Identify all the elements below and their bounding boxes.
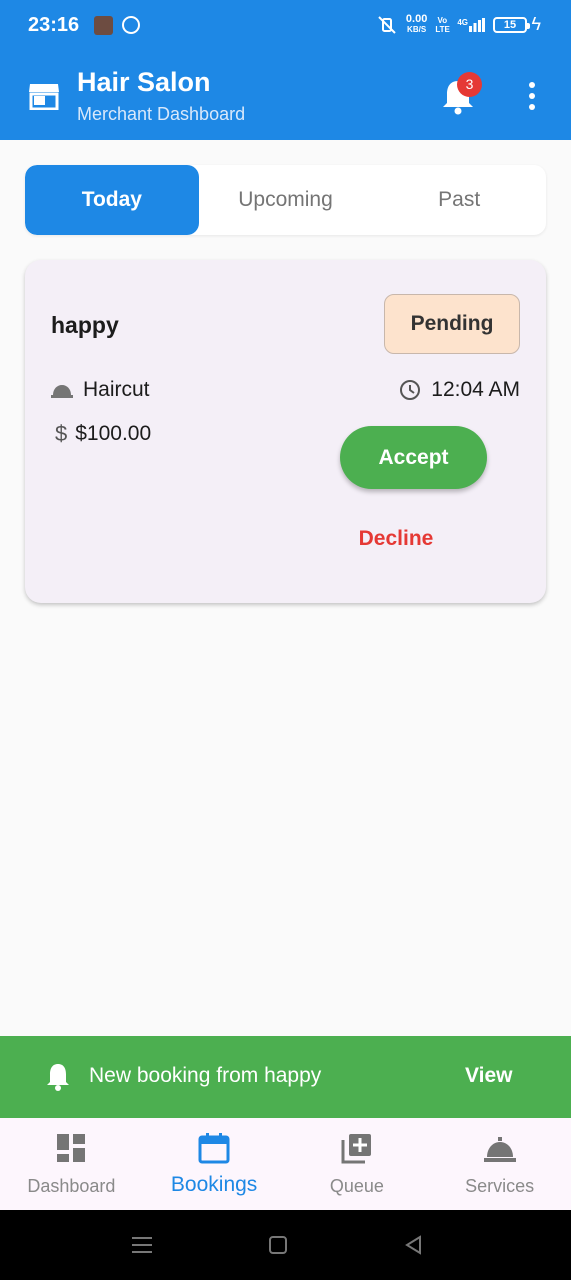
more-vert-icon[interactable] [524,82,540,110]
time-row: 12:04 AM [399,378,520,402]
system-nav-bar [0,1210,571,1280]
clock-icon [400,380,421,400]
nav-bookings[interactable]: Bookings [143,1118,286,1210]
snackbar-view-button[interactable]: View [465,1064,512,1088]
status-bar: 23:16 0.00 KB/S Vo LTE 4G 15 ϟ [0,0,571,52]
nav-label: Dashboard [27,1176,116,1196]
store-icon [29,84,59,110]
service-name: Haircut [83,378,150,401]
bell-icon [47,1064,69,1091]
dollar-icon: $ [55,421,68,446]
room-service-icon [483,1137,516,1162]
app-bar: 23:16 0.00 KB/S Vo LTE 4G 15 ϟ Hair Salo… [0,0,571,140]
network-type: 4G [457,17,485,32]
dashboard-icon [57,1134,86,1162]
accept-button[interactable]: Accept [340,426,487,489]
status-time: 23:16 [28,14,80,36]
booking-price: $100.00 [75,422,152,445]
booking-tabs: Today Upcoming Past [25,165,546,235]
bottom-nav: Dashboard Bookings Queue Services [0,1118,571,1210]
queue-add-icon [341,1134,371,1164]
nav-dashboard[interactable]: Dashboard [0,1118,143,1210]
room-service-icon [51,385,73,398]
nav-label: Services [465,1176,535,1196]
service-row: Haircut [51,378,150,402]
net-speed: 0.00 KB/S [406,14,427,35]
mute-vibrate-icon [378,15,396,34]
booking-card: happy Pending Haircut 12:04 AM $ $100.00… [25,260,546,603]
net-speed-unit: KB/S [407,25,427,34]
check-circle-icon [122,16,140,34]
app-subtitle: Merchant Dashboard [77,104,246,124]
snackbar-message: New booking from happy [89,1064,322,1087]
nav-label: Bookings [170,1173,258,1196]
photo-thumbnail-icon [94,16,113,35]
nav-label: Queue [329,1176,384,1196]
status-badge: Pending [384,294,520,354]
customer-name: happy [51,312,119,338]
nav-services[interactable]: Services [428,1118,571,1210]
network-label: 4G [457,17,468,27]
tab-today[interactable]: Today [25,165,199,235]
calendar-icon [198,1133,230,1164]
status-icons: 0.00 KB/S Vo LTE 4G 15 [376,14,530,35]
tab-past[interactable]: Past [372,165,546,235]
charging-bolt-icon: ϟ [531,14,541,34]
price-row: $ $100.00 [55,421,151,447]
back-icon[interactable] [404,1235,424,1255]
menu-icon[interactable] [132,1235,152,1255]
more-dot [529,93,535,99]
app-title: Hair Salon [77,67,211,97]
nav-queue[interactable]: Queue [286,1118,429,1210]
volte-label: Vo LTE [435,15,450,34]
signal-icon [469,17,485,32]
decline-button[interactable]: Decline [345,522,447,556]
snackbar: New booking from happy View [0,1036,571,1118]
net-speed-value: 0.00 [405,13,428,25]
notification-badge: 3 [457,72,482,97]
tab-upcoming[interactable]: Upcoming [199,165,373,235]
battery-icon: 15 [493,16,530,33]
more-dot [529,82,535,88]
home-icon[interactable] [268,1235,288,1255]
more-dot [529,104,535,110]
booking-time: 12:04 AM [431,378,520,401]
